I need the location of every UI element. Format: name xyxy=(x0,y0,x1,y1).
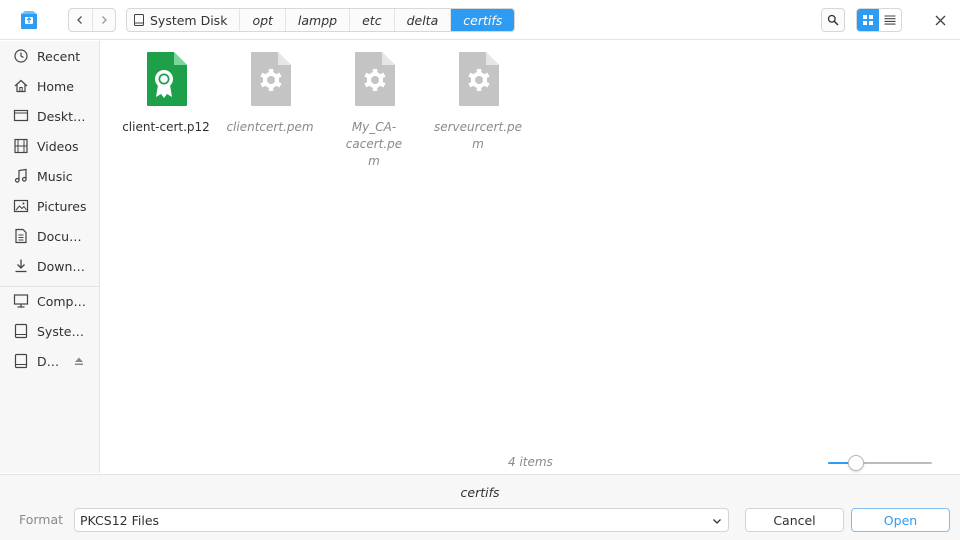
settings-file-icon xyxy=(459,52,499,106)
breadcrumb-certifs[interactable]: certifs xyxy=(451,9,515,31)
view-mode-toggle xyxy=(856,8,902,32)
cancel-button[interactable]: Cancel xyxy=(745,508,844,532)
sidebar-item-computer[interactable]: Computer xyxy=(0,287,100,315)
home-icon xyxy=(14,79,28,93)
breadcrumb-system-disk[interactable]: System Disk xyxy=(127,9,241,31)
file-manager-icon xyxy=(21,11,37,29)
list-view-button[interactable] xyxy=(879,9,901,31)
sidebar-item-label: System Disk xyxy=(37,323,87,339)
sidebar: Recent Home Desktop Videos Music Picture… xyxy=(0,41,100,473)
sidebar-item-home[interactable]: Home xyxy=(0,72,100,100)
breadcrumb-label: certifs xyxy=(463,12,503,28)
file-view: client-cert.p12 clientcert.pem My_CA-cac… xyxy=(101,41,960,473)
sidebar-item-videos[interactable]: Videos xyxy=(0,132,100,160)
monitor-icon xyxy=(13,294,29,308)
file-name: client-cert.p12 xyxy=(122,120,210,134)
item-count: 4 items xyxy=(508,455,553,469)
format-select[interactable]: PKCS12 Files xyxy=(74,508,729,532)
sidebar-item-label: Downloads xyxy=(37,258,87,274)
disk-icon xyxy=(14,323,28,339)
music-note-icon xyxy=(14,168,27,183)
breadcrumb-label: delta xyxy=(406,12,439,28)
sidebar-item-music[interactable]: Music xyxy=(0,162,100,190)
sidebar-item-downloads[interactable]: Downloads xyxy=(0,252,100,280)
zoom-slider-handle[interactable] xyxy=(848,455,864,471)
breadcrumb-label: lampp xyxy=(297,12,338,28)
breadcrumb-etc[interactable]: etc xyxy=(350,9,395,31)
disk-icon xyxy=(134,14,144,26)
sidebar-item-recent[interactable]: Recent xyxy=(0,42,100,70)
format-label: Format xyxy=(19,512,64,527)
forward-button[interactable] xyxy=(91,9,115,31)
sidebar-item-desktop[interactable]: Desktop xyxy=(0,102,100,130)
open-button[interactable]: Open xyxy=(851,508,950,532)
grid-view-icon xyxy=(863,15,873,25)
eject-icon[interactable] xyxy=(74,356,84,366)
sidebar-item-label: Computer xyxy=(37,293,87,309)
chevron-down-icon xyxy=(713,519,721,524)
disk-icon xyxy=(14,353,28,369)
file-name: serveurcert.pem xyxy=(433,120,523,151)
sidebar-item-label: Home xyxy=(37,78,74,94)
breadcrumb-opt[interactable]: opt xyxy=(240,9,286,31)
current-folder-name: certifs xyxy=(460,485,500,500)
breadcrumb: System Disk opt lampp etc delta certifs xyxy=(126,8,516,32)
desktop-icon xyxy=(13,109,29,122)
sidebar-item-system-disk[interactable]: System Disk xyxy=(0,317,100,345)
breadcrumb-label: System Disk xyxy=(150,12,228,28)
certificate-file-icon xyxy=(147,52,187,106)
document-icon xyxy=(15,228,27,244)
clock-icon xyxy=(14,49,28,63)
breadcrumb-label: opt xyxy=(252,12,273,28)
sidebar-item-pictures[interactable]: Pictures xyxy=(0,192,100,220)
file-name: My_CA-cacert.pem xyxy=(345,120,403,168)
list-view-icon xyxy=(884,15,896,25)
zoom-slider[interactable] xyxy=(828,455,932,471)
sidebar-item-label: Music xyxy=(37,168,73,184)
film-icon xyxy=(14,138,28,154)
sidebar-item-label: Desktop xyxy=(37,108,87,124)
sidebar-item-label: Data Disk xyxy=(37,353,59,369)
sidebar-item-label: Recent xyxy=(37,48,81,64)
back-button[interactable] xyxy=(69,9,92,31)
breadcrumb-label: etc xyxy=(362,12,382,28)
format-value: PKCS12 Files xyxy=(80,512,160,528)
sidebar-item-label: Pictures xyxy=(37,198,87,214)
breadcrumb-lampp[interactable]: lampp xyxy=(286,9,351,31)
history-nav xyxy=(68,8,116,32)
chevron-left-icon xyxy=(77,16,83,24)
file-item-serveurcert[interactable]: serveurcert.pem xyxy=(428,51,528,153)
file-item-client-cert[interactable]: client-cert.p12 xyxy=(116,51,216,136)
image-icon xyxy=(13,199,29,213)
file-item-my-ca-cacert[interactable]: My_CA-cacert.pem xyxy=(324,51,424,170)
close-icon xyxy=(935,15,945,25)
sidebar-item-label: Videos xyxy=(37,138,79,154)
title-bar: System Disk opt lampp etc delta certifs xyxy=(0,0,960,40)
download-icon xyxy=(15,259,27,273)
sidebar-item-documents[interactable]: Documents xyxy=(0,222,100,250)
file-name: clientcert.pem xyxy=(226,120,314,134)
search-button[interactable] xyxy=(821,8,845,32)
grid-view-button[interactable] xyxy=(857,9,879,31)
file-item-clientcert[interactable]: clientcert.pem xyxy=(220,51,320,136)
search-icon xyxy=(827,14,839,26)
chevron-right-icon xyxy=(102,16,107,24)
dialog-footer: certifs Format PKCS12 Files Cancel Open xyxy=(0,474,960,540)
settings-file-icon xyxy=(355,52,395,106)
settings-file-icon xyxy=(251,52,291,106)
sidebar-item-label: Documents xyxy=(37,228,87,244)
close-button[interactable] xyxy=(928,8,952,32)
breadcrumb-delta[interactable]: delta xyxy=(395,9,452,31)
sidebar-item-data-disk[interactable]: Data Disk xyxy=(0,347,100,375)
